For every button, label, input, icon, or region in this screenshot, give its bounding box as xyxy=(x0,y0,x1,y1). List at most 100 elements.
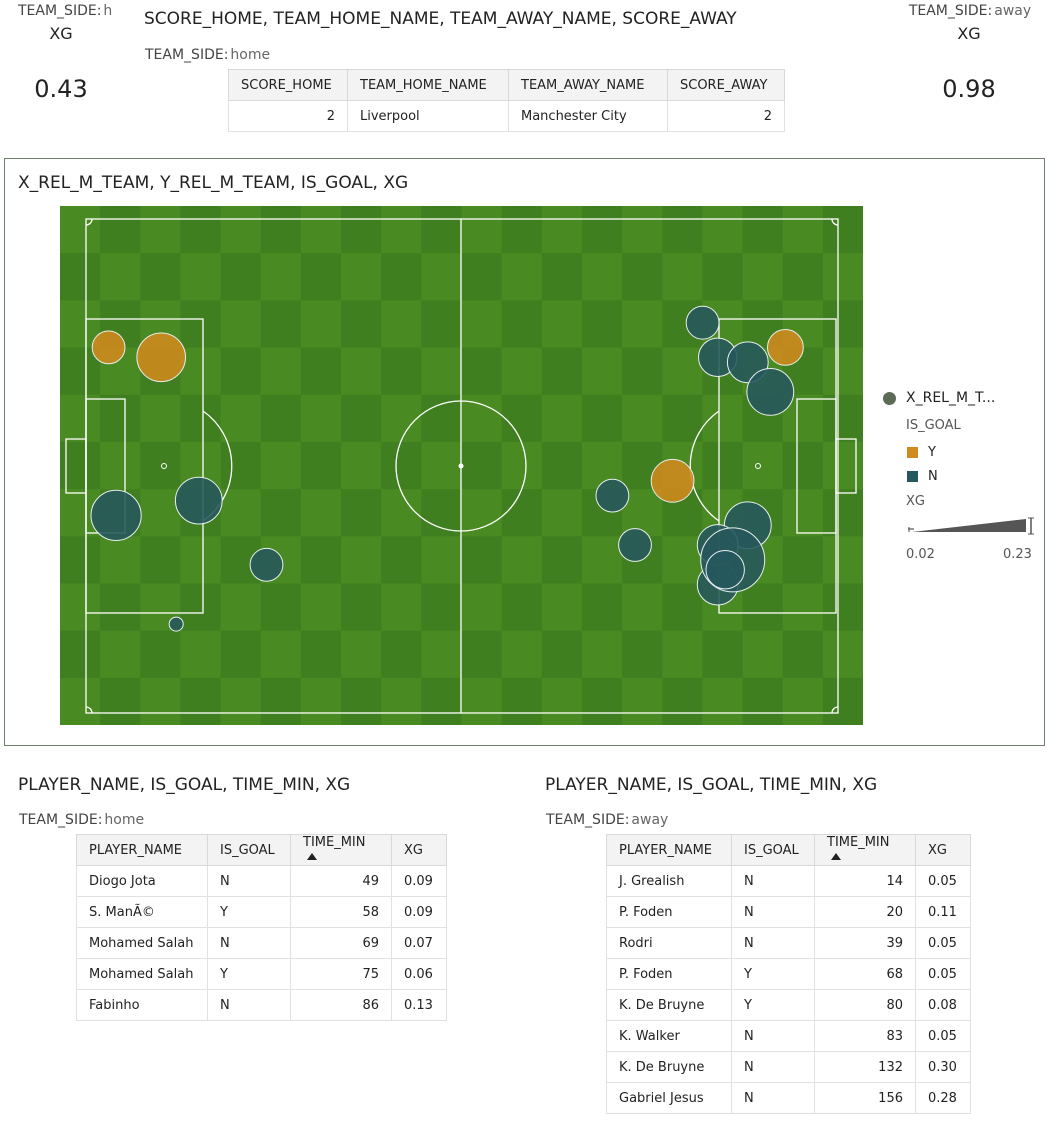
grass-tile xyxy=(702,253,744,301)
table-row[interactable]: Rodri N 39 0.05 xyxy=(606,927,971,959)
grass-tile xyxy=(100,677,141,725)
grass-tile xyxy=(421,253,462,301)
grass-tile xyxy=(822,300,863,349)
grass-tile xyxy=(581,253,623,301)
score-col-score-away[interactable]: SCORE_AWAY xyxy=(667,69,785,101)
col-is-goal[interactable]: IS_GOAL xyxy=(207,834,291,866)
grass-tile xyxy=(100,206,141,254)
legend-series-label[interactable]: X_REL_M_T... xyxy=(906,390,995,406)
grass-tile xyxy=(822,206,863,254)
shot-point-n[interactable] xyxy=(746,368,795,416)
legend-item-y[interactable]: Y xyxy=(928,445,936,460)
shot-point-y[interactable] xyxy=(91,330,126,365)
grass-tile xyxy=(381,347,422,396)
grass-tile xyxy=(782,630,824,679)
sort-ascending-icon[interactable] xyxy=(831,853,841,860)
kpi-home-value: 0.43 xyxy=(34,75,88,103)
grass-tile xyxy=(180,394,222,443)
grass-tile xyxy=(60,583,101,632)
score-col-team-away[interactable]: TEAM_AWAY_NAME xyxy=(508,69,668,101)
grass-tile xyxy=(341,583,382,632)
xg-cell: 0.09 xyxy=(391,896,447,928)
grass-tile xyxy=(541,536,583,584)
table-row[interactable]: K. Walker N 83 0.05 xyxy=(606,1020,971,1052)
shot-point-n[interactable] xyxy=(595,478,630,513)
xg-cell: 0.07 xyxy=(391,927,447,959)
shot-point-n[interactable] xyxy=(618,528,652,562)
shot-point-n[interactable] xyxy=(705,550,745,590)
grass-tile xyxy=(622,253,663,301)
player-name-cell: Gabriel Jesus xyxy=(606,1082,732,1114)
grass-tile xyxy=(541,441,583,490)
grass-tile xyxy=(381,630,422,679)
table-row[interactable]: K. De Bruyne Y 80 0.08 xyxy=(606,989,971,1021)
grass-tile xyxy=(220,489,262,537)
kpi-away-filter: TEAM_SIDE: away xyxy=(906,3,1034,19)
table-row[interactable]: P. Foden N 20 0.11 xyxy=(606,896,971,928)
is-goal-cell: N xyxy=(207,927,291,959)
grass-tile xyxy=(622,394,663,443)
time-min-cell: 132 xyxy=(814,1051,916,1083)
grass-tile xyxy=(541,630,583,679)
table-row[interactable]: Mohamed Salah Y 75 0.06 xyxy=(76,958,447,990)
col-xg[interactable]: XG xyxy=(391,834,447,866)
shot-point-n[interactable] xyxy=(90,489,142,541)
col-time-min[interactable]: TIME_MIN xyxy=(814,834,916,866)
grass-tile xyxy=(180,536,222,584)
legend-swatch-n xyxy=(907,471,918,482)
grass-tile xyxy=(461,536,503,584)
grass-tile xyxy=(501,347,543,396)
col-player-name[interactable]: PLAYER_NAME xyxy=(606,834,732,866)
grass-tile xyxy=(300,394,342,443)
score-col-team-home[interactable]: TEAM_HOME_NAME xyxy=(347,69,509,101)
grass-tile xyxy=(541,253,583,301)
xg-cell: 0.09 xyxy=(391,865,447,897)
grass-tile xyxy=(501,536,543,584)
grass-tile xyxy=(461,489,503,537)
time-min-cell: 20 xyxy=(814,896,916,928)
table-row[interactable]: Gabriel Jesus N 156 0.28 xyxy=(606,1082,971,1114)
grass-tile xyxy=(461,441,503,490)
grass-tile xyxy=(702,394,744,443)
grass-tile xyxy=(60,677,101,725)
grass-tile xyxy=(742,441,784,490)
shot-point-y[interactable] xyxy=(650,458,695,503)
col-player-name[interactable]: PLAYER_NAME xyxy=(76,834,208,866)
col-is-goal[interactable]: IS_GOAL xyxy=(731,834,815,866)
shot-point-n[interactable] xyxy=(168,616,184,632)
is-goal-cell: N xyxy=(731,865,815,897)
shot-point-n[interactable] xyxy=(174,476,223,525)
size-ramp-icon xyxy=(908,517,1034,535)
grass-tile xyxy=(501,677,543,725)
xg-cell: 0.13 xyxy=(391,989,447,1021)
table-row[interactable]: Mohamed Salah N 69 0.07 xyxy=(76,927,447,959)
home-filter-value: home xyxy=(104,812,145,828)
legend-item-n[interactable]: N xyxy=(928,469,938,484)
col-time-min-label: TIME_MIN xyxy=(303,835,366,850)
table-row[interactable]: K. De Bruyne N 132 0.30 xyxy=(606,1051,971,1083)
score-col-score-home[interactable]: SCORE_HOME xyxy=(228,69,348,101)
shot-point-n[interactable] xyxy=(685,305,720,340)
col-xg[interactable]: XG xyxy=(915,834,971,866)
xg-cell: 0.08 xyxy=(915,989,971,1021)
is-goal-cell: Y xyxy=(207,896,291,928)
time-min-cell: 83 xyxy=(814,1020,916,1052)
table-row[interactable]: 2 Liverpool Manchester City 2 xyxy=(228,100,785,132)
grass-tile xyxy=(220,677,262,725)
grass-tile xyxy=(100,583,141,632)
col-time-min[interactable]: TIME_MIN xyxy=(290,834,392,866)
table-row[interactable]: Fabinho N 86 0.13 xyxy=(76,989,447,1021)
table-row[interactable]: J. Grealish N 14 0.05 xyxy=(606,865,971,897)
grass-tile xyxy=(341,630,382,679)
shot-point-y[interactable] xyxy=(136,332,186,383)
table-row[interactable]: P. Foden Y 68 0.05 xyxy=(606,958,971,990)
grass-tile xyxy=(742,583,784,632)
grass-tile xyxy=(140,441,181,490)
sort-ascending-icon[interactable] xyxy=(307,853,317,860)
legend-swatch-y xyxy=(907,447,918,458)
table-row[interactable]: Diogo Jota N 49 0.09 xyxy=(76,865,447,897)
shot-point-y[interactable] xyxy=(767,328,804,366)
table-row[interactable]: S. ManÃ© Y 58 0.09 xyxy=(76,896,447,928)
grass-tile xyxy=(662,536,703,584)
shot-point-n[interactable] xyxy=(249,547,284,582)
